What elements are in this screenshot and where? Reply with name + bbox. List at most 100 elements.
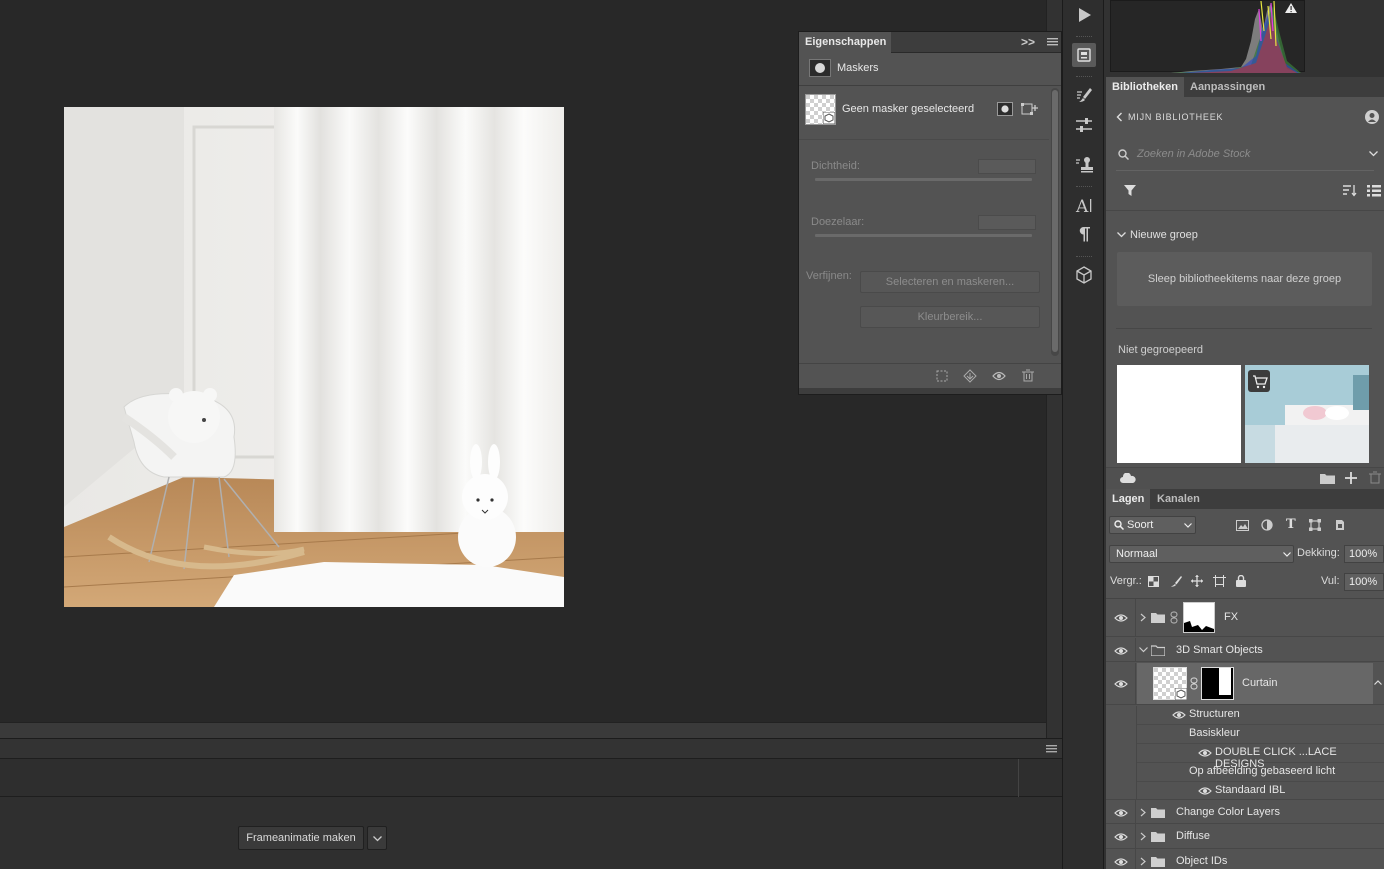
filter-adjustment-layers-icon[interactable] — [1261, 519, 1273, 531]
blend-mode-select[interactable]: Normaal — [1109, 545, 1294, 563]
cloud-icon[interactable] — [1120, 473, 1136, 483]
stock-search-input[interactable]: Zoeken in Adobe Stock — [1137, 148, 1250, 160]
new-folder-icon[interactable] — [1320, 472, 1335, 484]
3d-textures-row[interactable]: Structuren — [1137, 706, 1384, 725]
brush-settings-icon[interactable] — [1072, 83, 1096, 107]
paragraph-panel-icon[interactable] — [1072, 222, 1096, 246]
visibility-eye-icon[interactable] — [1114, 857, 1128, 867]
lock-all-icon[interactable] — [1236, 575, 1246, 587]
lock-artboard-icon[interactable] — [1213, 575, 1226, 587]
delete-mask-icon[interactable] — [1022, 369, 1034, 382]
tab-channels[interactable]: Kanalen — [1151, 489, 1206, 509]
visibility-eye-icon[interactable] — [1114, 613, 1128, 623]
select-and-mask-button[interactable]: Selecteren en maskeren... — [860, 271, 1040, 293]
filter-smart-objects-icon[interactable] — [1334, 519, 1346, 531]
lock-image-pixels-icon[interactable] — [1170, 575, 1182, 587]
add-icon[interactable] — [1344, 471, 1358, 485]
group-drop-zone[interactable]: Sleep bibliotheekitems naar deze groep — [1117, 252, 1372, 306]
clone-source-icon[interactable] — [1072, 152, 1096, 176]
collapse-panel-icon[interactable]: >> — [1021, 35, 1035, 49]
chevron-right-icon[interactable] — [1140, 613, 1146, 622]
chevron-down-icon[interactable] — [1369, 151, 1378, 157]
add-vector-mask-icon[interactable] — [1021, 101, 1039, 117]
filter-shape-layers-icon[interactable] — [1309, 519, 1321, 531]
layer-kind-filter[interactable]: Soort — [1109, 516, 1196, 534]
scroll-thumb[interactable] — [1052, 90, 1058, 352]
3d-panel-icon[interactable] — [1072, 263, 1096, 287]
3d-base-color-row[interactable]: Basiskleur — [1137, 725, 1384, 744]
panel-resize-handle[interactable] — [799, 388, 1061, 394]
chevron-right-icon[interactable] — [1140, 808, 1146, 817]
chevron-down-icon[interactable] — [1139, 647, 1148, 653]
library-breadcrumb[interactable]: MIJN BIBLIOTHEEK — [1128, 112, 1223, 122]
link-icon[interactable] — [1190, 677, 1198, 690]
character-panel-icon[interactable]: A — [1072, 193, 1096, 217]
lock-transparent-pixels-icon[interactable] — [1148, 576, 1159, 587]
chevron-left-icon[interactable] — [1116, 112, 1123, 122]
visibility-eye-icon[interactable] — [1114, 679, 1128, 689]
chevron-down-icon[interactable] — [1117, 232, 1126, 238]
density-field[interactable] — [978, 159, 1036, 174]
layer-row-change-color-layers[interactable]: Change Color Layers — [1106, 799, 1384, 825]
3d-ibl-row[interactable]: Op afbeelding gebaseerd licht — [1137, 763, 1384, 782]
tab-adjustments[interactable]: Aanpassingen — [1184, 77, 1271, 97]
canvas-horizontal-scrollbar[interactable] — [0, 722, 1046, 738]
layer-row-fx[interactable]: FX — [1106, 599, 1384, 637]
trash-icon[interactable] — [1369, 471, 1381, 484]
timeline-panel: Frameanimatie maken — [0, 738, 1062, 869]
3d-base-color-item-row[interactable]: DOUBLE CLICK ...LACE DESIGNS — [1137, 744, 1384, 770]
fill-input[interactable]: 100% — [1344, 573, 1384, 591]
visibility-eye-icon[interactable] — [1172, 710, 1186, 720]
tab-properties[interactable]: Eigenschappen — [799, 32, 891, 53]
layer-row-object-ids[interactable]: Object IDs — [1106, 849, 1384, 869]
visibility-eye-icon[interactable] — [1198, 748, 1212, 758]
tab-layers[interactable]: Lagen — [1106, 489, 1150, 509]
layer-mask-thumbnail[interactable] — [1201, 667, 1234, 700]
document-artwork[interactable] — [64, 107, 564, 607]
play-icon[interactable] — [1072, 3, 1096, 27]
panel-menu-icon[interactable] — [1047, 38, 1058, 46]
opacity-input[interactable]: 100% — [1344, 545, 1384, 563]
chevron-right-icon[interactable] — [1140, 857, 1146, 866]
layer-row-diffuse[interactable]: Diffuse — [1106, 824, 1384, 849]
layer-name: Change Color Layers — [1176, 806, 1280, 818]
feather-slider[interactable] — [815, 234, 1032, 237]
group-title[interactable]: Nieuwe groep — [1130, 229, 1198, 241]
color-range-button[interactable]: Kleurbereik... — [860, 306, 1040, 328]
visibility-eye-icon[interactable] — [1114, 808, 1128, 818]
add-user-icon[interactable] — [1364, 109, 1380, 125]
chevron-right-icon[interactable] — [1140, 832, 1146, 841]
library-item-thumbnail[interactable] — [1245, 365, 1369, 463]
panel-menu-icon[interactable] — [1046, 745, 1057, 753]
folder-icon — [1151, 613, 1165, 623]
chevron-up-icon[interactable] — [1374, 680, 1382, 685]
lock-position-icon[interactable] — [1191, 575, 1203, 587]
visibility-eye-icon[interactable] — [1198, 786, 1212, 796]
library-item-thumbnail[interactable] — [1117, 365, 1241, 463]
load-selection-icon[interactable] — [936, 370, 948, 382]
layer-thumbnail[interactable] — [1153, 667, 1187, 700]
layer-row-3d-smart-objects[interactable]: 3D Smart Objects — [1106, 638, 1384, 662]
layer-mask-thumbnail[interactable] — [1183, 602, 1215, 633]
sort-icon[interactable] — [1343, 184, 1357, 197]
layer-row-curtain[interactable]: Curtain — [1106, 663, 1384, 705]
visibility-eye-icon[interactable] — [1114, 832, 1128, 842]
properties-panel-icon[interactable] — [1072, 43, 1096, 67]
add-pixel-mask-icon[interactable] — [997, 102, 1013, 116]
adjustments-sliders-icon[interactable] — [1072, 113, 1096, 137]
link-icon[interactable] — [1170, 611, 1178, 624]
properties-scrollbar[interactable] — [1051, 88, 1059, 356]
filter-pixel-layers-icon[interactable] — [1236, 520, 1249, 531]
apply-mask-icon[interactable] — [963, 369, 977, 383]
tab-libraries[interactable]: Bibliotheken — [1106, 77, 1184, 97]
filter-type-layers-icon[interactable]: T — [1286, 517, 1296, 532]
filter-icon[interactable] — [1124, 185, 1136, 196]
list-view-icon[interactable] — [1367, 184, 1381, 197]
feather-field[interactable] — [978, 215, 1036, 230]
density-slider[interactable] — [815, 178, 1032, 181]
animation-type-dropdown[interactable] — [367, 826, 387, 850]
visibility-eye-icon[interactable] — [1114, 646, 1128, 656]
toggle-mask-visibility-icon[interactable] — [992, 371, 1006, 381]
create-frame-animation-button[interactable]: Frameanimatie maken — [238, 826, 364, 850]
histogram-panel — [1110, 0, 1305, 73]
